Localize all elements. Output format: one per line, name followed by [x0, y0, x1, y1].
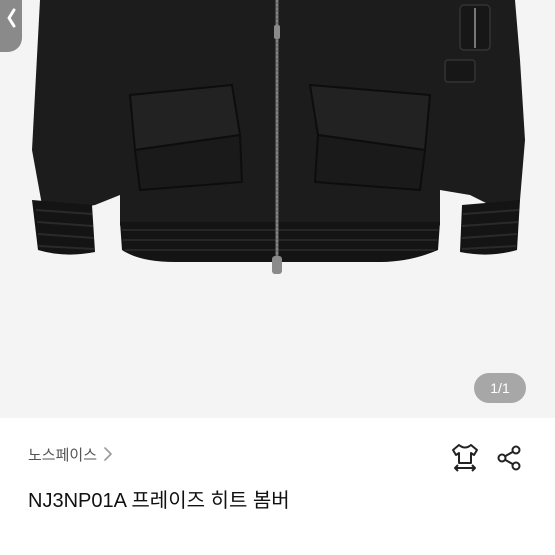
back-button[interactable] [0, 0, 22, 52]
image-counter: 1/1 [474, 373, 526, 403]
share-icon [497, 445, 521, 471]
brand-link[interactable]: 노스페이스 [28, 443, 113, 465]
size-guide-button[interactable] [450, 442, 480, 474]
jacket-image [32, 0, 525, 274]
product-title: NJ3NP01A 프레이즈 히트 봄버 [28, 490, 290, 512]
product-image[interactable]: 1/1 [0, 0, 555, 418]
chevron-left-icon [7, 8, 16, 28]
share-button[interactable] [496, 444, 524, 472]
chevron-right-icon [104, 447, 112, 461]
brand-name: 노스페이스 [28, 446, 98, 464]
tshirt-size-icon [452, 444, 478, 472]
